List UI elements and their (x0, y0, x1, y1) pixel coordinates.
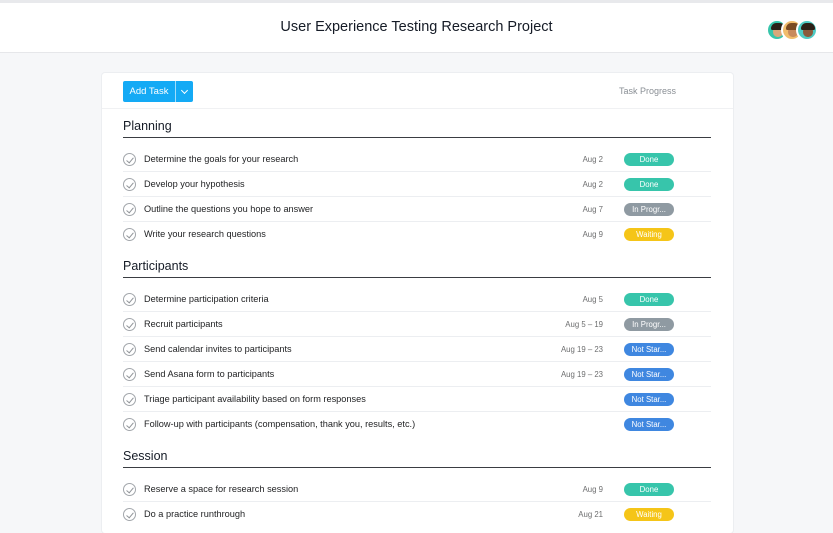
task-due-date[interactable]: Aug 19 – 23 (561, 370, 603, 379)
status-badge[interactable]: In Progr... (624, 318, 674, 331)
task-row[interactable]: Determine participation criteria Aug 5 Don… (123, 287, 711, 312)
section-divider (123, 467, 711, 468)
status-badge[interactable]: Not Star... (624, 418, 674, 431)
add-task-dropdown-button[interactable] (176, 81, 193, 102)
task-row[interactable]: Send Asana form to participants Aug 19 – … (123, 362, 711, 387)
task-due-date[interactable]: Aug 5 (583, 295, 603, 304)
task-toolbar: Add Task Task Progress (102, 73, 733, 109)
section-title[interactable]: Session (123, 449, 167, 463)
checkmark-circle-icon[interactable] (123, 508, 136, 521)
task-due-date[interactable]: Aug 19 – 23 (561, 345, 603, 354)
task-name[interactable]: Outline the questions you hope to answer (144, 204, 313, 214)
task-row[interactable]: Follow-up with participants (compensatio… (123, 412, 711, 437)
checkmark-circle-icon[interactable] (123, 483, 136, 496)
status-badge[interactable]: Done (624, 153, 674, 166)
section-divider (123, 137, 711, 138)
task-row[interactable]: Triage participant availability based on… (123, 387, 711, 412)
task-due-date[interactable]: Aug 2 (583, 180, 603, 189)
checkmark-circle-icon[interactable] (123, 343, 136, 356)
task-name[interactable]: Determine the goals for your research (144, 154, 298, 164)
status-badge[interactable]: Not Star... (624, 368, 674, 381)
task-progress-column-header[interactable]: Task Progress (619, 86, 676, 96)
project-title: User Experience Testing Research Project (280, 19, 553, 35)
member-avatars[interactable] (766, 19, 818, 41)
top-bar: User Experience Testing Research Project (0, 0, 833, 53)
checkmark-circle-icon[interactable] (123, 228, 136, 241)
task-row[interactable]: Determine the goals for your research Aug… (123, 147, 711, 172)
checkmark-circle-icon[interactable] (123, 293, 136, 306)
section-title[interactable]: Planning (123, 119, 172, 133)
task-list-panel: Add Task Task Progress Planning Determine… (102, 73, 733, 533)
chevron-down-icon (180, 86, 189, 94)
checkmark-circle-icon[interactable] (123, 318, 136, 331)
task-name[interactable]: Write your research questions (144, 229, 266, 239)
task-name[interactable]: Send calendar invites to participants (144, 344, 292, 354)
task-name[interactable]: Do a practice runthrough (144, 509, 245, 519)
add-task-button[interactable]: Add Task (123, 81, 176, 102)
task-due-date[interactable]: Aug 9 (583, 230, 603, 239)
task-name[interactable]: Follow-up with participants (compensatio… (144, 419, 415, 429)
status-badge[interactable]: Waiting (624, 508, 674, 521)
task-due-date[interactable]: Aug 5 – 19 (565, 320, 603, 329)
task-row[interactable]: Develop your hypothesis Aug 2 Done (123, 172, 711, 197)
status-badge[interactable]: Not Star... (624, 343, 674, 356)
checkmark-circle-icon[interactable] (123, 178, 136, 191)
checkmark-circle-icon[interactable] (123, 203, 136, 216)
task-name[interactable]: Determine participation criteria (144, 294, 269, 304)
section-divider (123, 277, 711, 278)
avatar[interactable] (796, 19, 818, 41)
checkmark-circle-icon[interactable] (123, 393, 136, 406)
status-badge[interactable]: Not Star... (624, 393, 674, 406)
task-row[interactable]: Outline the questions you hope to answer… (123, 197, 711, 222)
status-badge[interactable]: In Progr... (624, 203, 674, 216)
task-name[interactable]: Develop your hypothesis (144, 179, 245, 189)
task-row[interactable]: Do a practice runthrough Aug 21 Waiting (123, 502, 711, 527)
checkmark-circle-icon[interactable] (123, 418, 136, 431)
status-badge[interactable]: Waiting (624, 228, 674, 241)
status-badge[interactable]: Done (624, 293, 674, 306)
task-name[interactable]: Recruit participants (144, 319, 223, 329)
checkmark-circle-icon[interactable] (123, 368, 136, 381)
status-badge[interactable]: Done (624, 483, 674, 496)
add-task-button-group[interactable]: Add Task (123, 81, 193, 102)
task-row[interactable]: Send calendar invites to participants Aug… (123, 337, 711, 362)
task-name[interactable]: Triage participant availability based on… (144, 394, 366, 404)
task-due-date[interactable]: Aug 2 (583, 155, 603, 164)
task-due-date[interactable]: Aug 21 (578, 510, 603, 519)
section-title[interactable]: Participants (123, 259, 188, 273)
task-row[interactable]: Reserve a space for research session Aug … (123, 477, 711, 502)
task-row[interactable]: Write your research questions Aug 9 Waitin… (123, 222, 711, 247)
task-row[interactable]: Recruit participants Aug 5 – 19 In Progr..… (123, 312, 711, 337)
task-name[interactable]: Reserve a space for research session (144, 484, 298, 494)
task-due-date[interactable]: Aug 7 (583, 205, 603, 214)
task-name[interactable]: Send Asana form to participants (144, 369, 274, 379)
task-due-date[interactable]: Aug 9 (583, 485, 603, 494)
status-badge[interactable]: Done (624, 178, 674, 191)
checkmark-circle-icon[interactable] (123, 153, 136, 166)
